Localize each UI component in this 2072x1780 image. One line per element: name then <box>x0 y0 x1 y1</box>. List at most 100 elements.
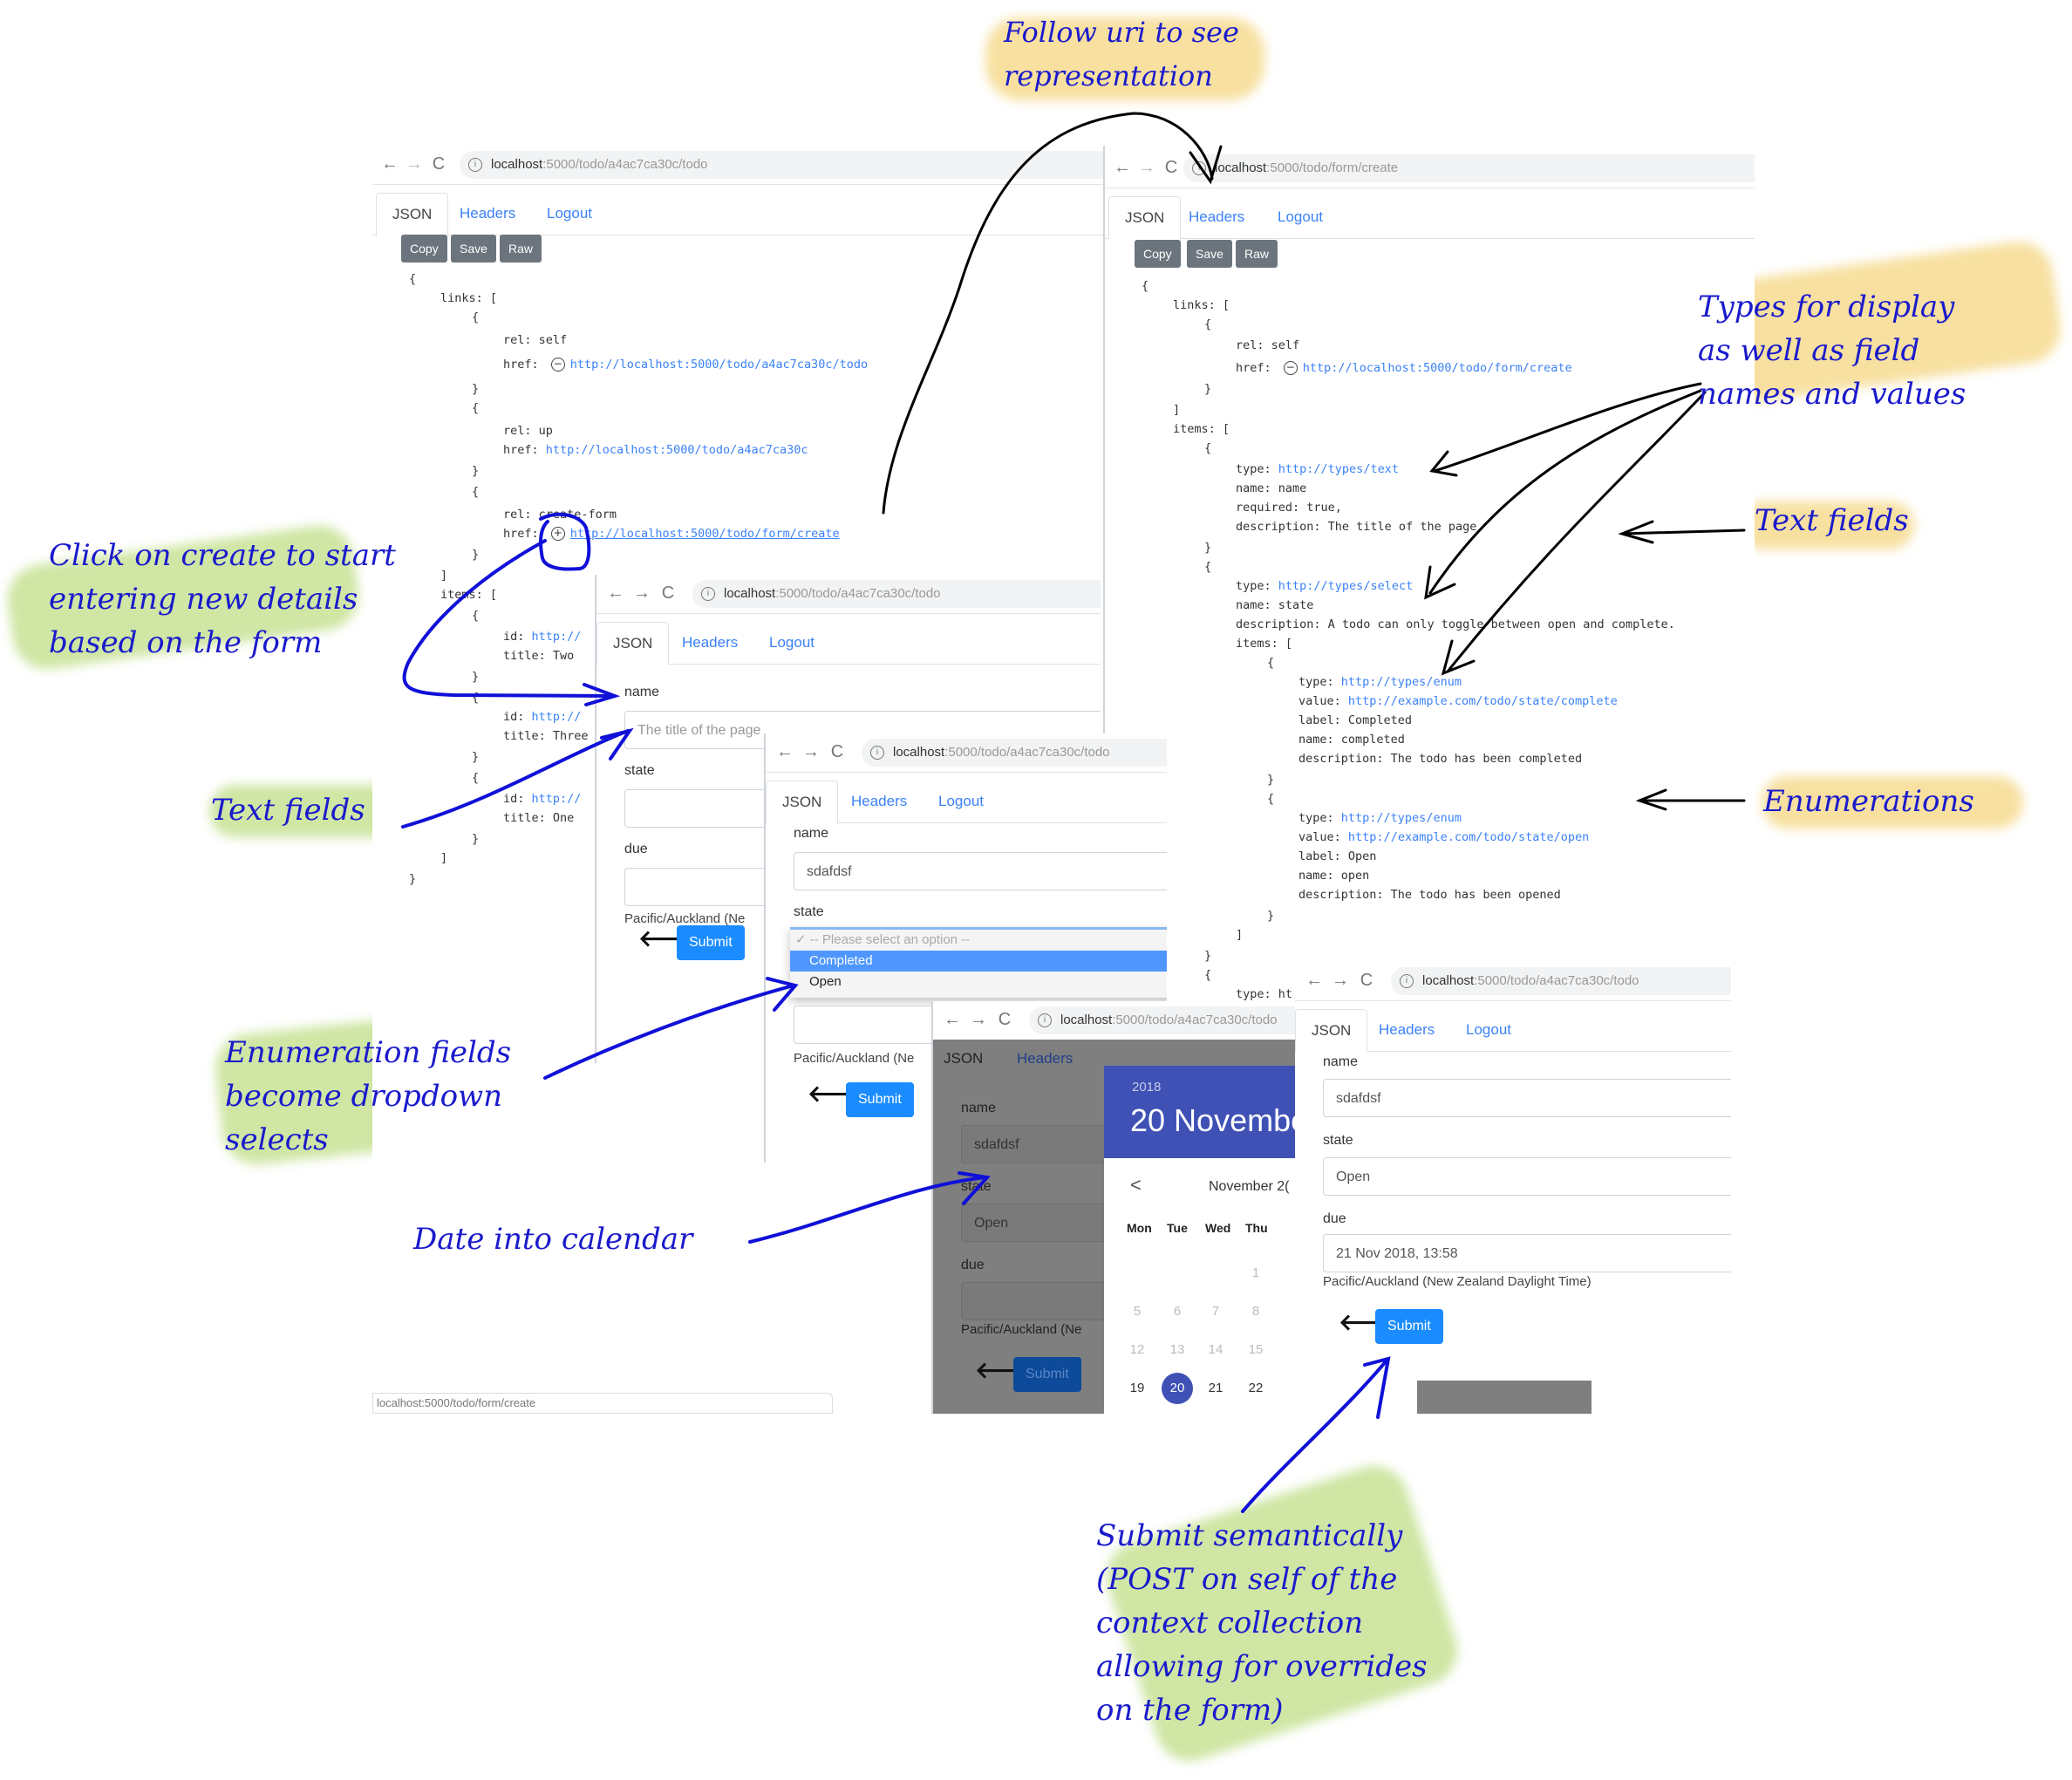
name-input[interactable]: sdafdsf <box>1323 1079 1731 1117</box>
calendar-day[interactable]: 1 <box>1240 1258 1271 1289</box>
url-field[interactable]: i localhost:5000/todo/a4ac7ca30c/todo <box>1029 1006 1299 1034</box>
tab-json[interactable]: JSON <box>596 622 670 665</box>
tab-logout[interactable]: Logout <box>1278 196 1323 238</box>
forward-icon[interactable]: → <box>1136 156 1157 179</box>
reload-icon[interactable]: C <box>1161 156 1182 179</box>
calendar-day[interactable]: 22 <box>1240 1373 1271 1404</box>
item-id: id: http:// <box>503 627 581 647</box>
submit-button[interactable]: Submit <box>1375 1309 1443 1344</box>
back-icon[interactable]: ← <box>379 153 400 175</box>
enum-name: name: open <box>1298 869 1370 883</box>
state-select[interactable]: Open <box>1323 1157 1731 1196</box>
info-icon: i <box>1038 1013 1052 1027</box>
tab-json[interactable]: JSON <box>1295 1009 1368 1053</box>
type-enum-link[interactable]: http://types/enum <box>1341 675 1462 689</box>
url-field[interactable]: i localhost:5000/todo/a4ac7ca30c/todo <box>1391 967 1731 995</box>
annotation-enumerations: Enumerations <box>1763 784 1974 819</box>
status-bar-url: localhost:5000/todo/form/create <box>372 1393 833 1414</box>
url-host: localhost <box>1215 160 1267 175</box>
type-select-link[interactable]: http://types/select <box>1278 579 1413 593</box>
tab-headers[interactable]: Headers <box>851 781 907 822</box>
tab-logout[interactable]: Logout <box>1466 1009 1511 1051</box>
raw-button[interactable]: Raw <box>500 235 542 263</box>
tab-logout[interactable]: Logout <box>547 193 592 235</box>
url-field[interactable]: i localhost:5000/todo/a4ac7ca30c/todo <box>862 739 1167 767</box>
save-button[interactable]: Save <box>451 235 496 263</box>
tab-json[interactable]: JSON <box>766 781 839 824</box>
link-self-href[interactable]: http://localhost:5000/todo/form/create <box>1303 361 1572 375</box>
back-icon[interactable]: ← <box>774 740 795 763</box>
url-field[interactable]: i localhost:5000/todo/a4ac7ca30c/todo <box>692 580 1101 608</box>
dropdown-option-open[interactable]: Open <box>790 972 1167 992</box>
reload-icon[interactable]: C <box>827 740 848 763</box>
forward-icon[interactable]: → <box>801 740 821 763</box>
url-path: :5000/todo/a4ac7ca30c/todo <box>775 586 941 601</box>
enum-value-link[interactable]: http://example.com/todo/state/open <box>1348 830 1589 844</box>
item-id-link[interactable]: http:// <box>532 710 582 724</box>
back-icon[interactable]: ← <box>942 1008 963 1031</box>
calendar-day[interactable]: 21 <box>1200 1373 1231 1404</box>
state-dropdown[interactable]: ✓ -- Please select an option -- Complete… <box>790 927 1167 998</box>
collapse-minus-icon[interactable]: − <box>1283 361 1298 375</box>
calendar-day[interactable]: 15 <box>1240 1334 1271 1366</box>
bracket: ] <box>440 851 448 865</box>
type-text-link[interactable]: http://types/text <box>1278 462 1399 476</box>
save-button[interactable]: Save <box>1187 240 1232 268</box>
item-id-link[interactable]: http:// <box>532 792 582 806</box>
tab-logout[interactable]: Logout <box>769 622 814 664</box>
calendar-day[interactable]: 8 <box>1240 1296 1271 1327</box>
copy-button[interactable]: Copy <box>401 235 447 263</box>
tab-json[interactable]: JSON <box>1108 196 1182 240</box>
back-icon[interactable]: ← <box>605 582 626 604</box>
name-input[interactable]: sdafdsf <box>794 852 1167 890</box>
back-icon[interactable]: ← <box>1304 969 1325 992</box>
calendar-day[interactable]: 19 <box>1121 1373 1153 1404</box>
url-field[interactable]: i localhost:5000/todo/form/create <box>1183 154 1755 182</box>
tab-headers[interactable]: Headers <box>1379 1009 1435 1051</box>
calendar-day[interactable]: 7 <box>1200 1296 1231 1327</box>
submit-button[interactable]: Submit <box>677 925 745 960</box>
timezone-label: Pacific/Auckland (Ne <box>624 911 746 926</box>
enum-value-link[interactable]: http://example.com/todo/state/complete <box>1348 694 1618 708</box>
tab-json[interactable]: JSON <box>376 193 449 236</box>
calendar-day[interactable]: 12 <box>1121 1334 1153 1366</box>
raw-button[interactable]: Raw <box>1236 240 1278 268</box>
state-label: state <box>794 904 824 919</box>
link-up-href[interactable]: http://localhost:5000/todo/a4ac7ca30c <box>546 443 808 457</box>
forward-icon[interactable]: → <box>968 1008 989 1031</box>
calendar-day-selected[interactable]: 20 <box>1162 1373 1193 1404</box>
calendar-day[interactable]: 13 <box>1162 1334 1193 1366</box>
json-items-key: items: [ <box>440 588 498 602</box>
item-id: id: http:// <box>503 707 581 727</box>
reload-icon[interactable]: C <box>658 582 678 604</box>
calendar-day[interactable]: 14 <box>1200 1334 1231 1366</box>
tab-headers[interactable]: Headers <box>460 193 515 235</box>
due-input[interactable]: 21 Nov 2018, 13:58 <box>1323 1234 1731 1272</box>
tab-json: JSON <box>944 1050 984 1067</box>
copy-button[interactable]: Copy <box>1135 240 1181 268</box>
forward-icon[interactable]: → <box>404 153 425 175</box>
date-picker-year[interactable]: 2018 <box>1132 1080 1161 1095</box>
tab-logout[interactable]: Logout <box>938 781 984 822</box>
reload-icon[interactable]: C <box>994 1008 1015 1031</box>
tab-headers[interactable]: Headers <box>1189 196 1244 238</box>
forward-icon[interactable]: → <box>631 582 652 604</box>
expand-plus-icon[interactable]: + <box>550 527 565 541</box>
collapse-minus-icon[interactable]: − <box>550 358 565 372</box>
dropdown-placeholder-option[interactable]: ✓ -- Please select an option -- <box>790 930 1167 951</box>
calendar-day[interactable]: 6 <box>1162 1296 1193 1327</box>
forward-icon[interactable]: → <box>1330 969 1351 992</box>
tab-headers[interactable]: Headers <box>682 622 738 664</box>
reload-icon[interactable]: C <box>1356 969 1377 992</box>
submit-button[interactable]: Submit <box>846 1082 914 1117</box>
item-id-link[interactable]: http:// <box>532 630 582 644</box>
link-self-href[interactable]: http://localhost:5000/todo/a4ac7ca30c/to… <box>570 358 868 372</box>
calendar-day[interactable]: 5 <box>1121 1296 1153 1327</box>
prev-month-icon[interactable]: < <box>1130 1174 1142 1197</box>
url-field[interactable]: i localhost:5000/todo/a4ac7ca30c/todo <box>460 151 1103 179</box>
dropdown-option-completed[interactable]: Completed <box>790 951 1167 972</box>
type-enum-link[interactable]: http://types/enum <box>1341 811 1462 825</box>
link-create-form-href[interactable]: http://localhost:5000/todo/form/create <box>570 527 840 541</box>
reload-icon[interactable]: C <box>428 153 449 175</box>
back-icon[interactable]: ← <box>1112 156 1133 179</box>
